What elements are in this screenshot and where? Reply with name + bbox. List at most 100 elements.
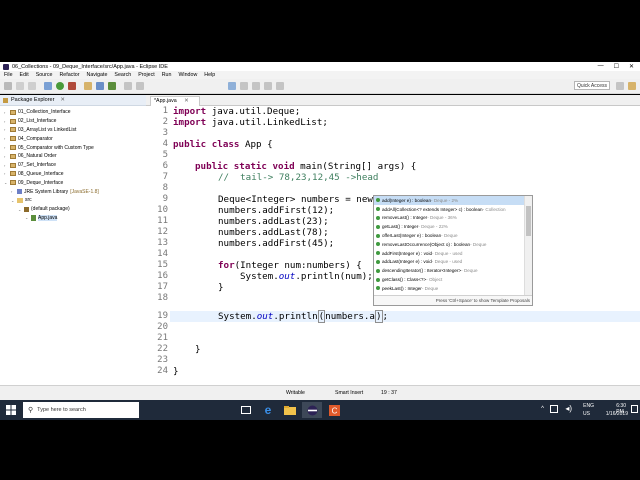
scrollbar-thumb[interactable]	[526, 206, 531, 236]
content-assist-item[interactable]: getClass() : Class<?> - Object	[374, 275, 526, 284]
edge-browser-icon[interactable]: e	[258, 402, 278, 418]
clock-date[interactable]: 1/16/2019	[606, 411, 628, 417]
content-assist-item[interactable]: offerLast(Integer e) : boolean - Deque	[374, 231, 526, 240]
tree-item[interactable]: ⌄ App.java	[0, 214, 146, 223]
quick-access-input[interactable]: Quick Access	[574, 81, 610, 90]
task-view-icon[interactable]	[236, 402, 256, 418]
close-view-icon[interactable]: ✕	[60, 97, 65, 103]
expand-arrow-icon[interactable]: ›	[4, 154, 9, 159]
content-assist-item[interactable]: removeLast() : Integer - Deque - 36%	[374, 214, 526, 223]
content-assist-item[interactable]: add(Integer e) : boolean - Deque - 2%	[374, 196, 526, 205]
toggle-mark-occurrences-icon[interactable]	[228, 82, 236, 90]
menu-search[interactable]: Search	[114, 72, 131, 78]
eclipse-taskbar-icon[interactable]	[302, 402, 322, 418]
save-all-icon[interactable]	[28, 82, 36, 90]
expand-arrow-icon[interactable]: ›	[4, 171, 9, 176]
expand-arrow-icon[interactable]: ⌄	[11, 198, 16, 203]
expand-arrow-icon[interactable]: ›	[4, 119, 9, 124]
tree-item[interactable]: ⌄ (default package)	[0, 205, 146, 214]
menu-source[interactable]: Source	[36, 72, 53, 78]
tree-item[interactable]: › 08_Queue_Interface	[0, 170, 146, 179]
public-method-icon	[376, 268, 380, 273]
menu-refactor[interactable]: Refactor	[59, 72, 79, 78]
new-icon[interactable]	[4, 82, 12, 90]
previous-annotation-icon[interactable]	[252, 82, 260, 90]
new-package-icon[interactable]	[96, 82, 104, 90]
taskbar-search-input[interactable]: ⚲ Type here to search	[23, 402, 139, 418]
expand-arrow-icon[interactable]: ⌄	[4, 180, 9, 185]
volume-icon[interactable]: ◂)	[565, 404, 572, 413]
app-c-icon[interactable]: C	[324, 402, 344, 418]
menu-run[interactable]: Run	[162, 72, 172, 78]
content-assist-item[interactable]: removeLastOccurrence(Object o) : boolean…	[374, 240, 526, 249]
menu-edit[interactable]: Edit	[20, 72, 29, 78]
tree-item[interactable]: › 04_Comparator	[0, 134, 146, 143]
tree-item[interactable]: › 01_Collection_Interface	[0, 108, 146, 117]
tree-item-label: 07_Set_Interface	[18, 162, 57, 169]
line-number: 6	[162, 161, 168, 171]
tree-item[interactable]: ⌄ 09_Deque_Interface	[0, 178, 146, 187]
close-button[interactable]: ✕	[629, 63, 634, 70]
menu-file[interactable]: File	[4, 72, 13, 78]
status-bar: Writable Smart Insert 19 : 37	[0, 385, 640, 400]
content-assist-item[interactable]: getLast() : Integer - Deque - 22%	[374, 222, 526, 231]
content-assist-scrollbar[interactable]	[524, 196, 532, 295]
expand-arrow-icon[interactable]: ›	[11, 189, 16, 194]
new-class-icon[interactable]	[108, 82, 116, 90]
notifications-icon[interactable]	[631, 405, 638, 413]
open-perspective-icon[interactable]	[616, 82, 624, 90]
java-perspective-icon[interactable]	[628, 82, 636, 90]
method-source: - Deque - 36%	[427, 215, 457, 221]
tray-chevron-icon[interactable]: ^	[541, 406, 544, 412]
content-assist-item[interactable]: peekLast() : Integer - Deque	[374, 284, 526, 293]
open-type-icon[interactable]	[124, 82, 132, 90]
search-icon[interactable]	[136, 82, 144, 90]
expand-arrow-icon[interactable]: ›	[4, 145, 9, 150]
region-indicator[interactable]: US	[583, 411, 590, 417]
method-source: - Deque - used	[431, 259, 463, 265]
content-assist-item[interactable]: addAll(Collection<? extends Integer> c) …	[374, 205, 526, 214]
debug-icon[interactable]	[44, 82, 52, 90]
maximize-button[interactable]: ☐	[614, 63, 619, 70]
code-line-11: numbers.addLast(23);	[218, 216, 329, 227]
content-assist-item[interactable]: addFirst(Integer e) : void - Deque - use…	[374, 249, 526, 258]
line-number: 7	[162, 172, 168, 182]
tree-item[interactable]: › 06_Natural Order	[0, 152, 146, 161]
content-assist-item[interactable]: descendingIterator() : Iterator<Integer>…	[374, 266, 526, 275]
expand-arrow-icon[interactable]: ⌄	[25, 215, 30, 220]
tree-item[interactable]: › JRE System Library [JavaSE-1.8]	[0, 187, 146, 196]
tree-item[interactable]: › 02_List_Interface	[0, 117, 146, 126]
tree-item[interactable]: › 07_Set_Interface	[0, 161, 146, 170]
battery-icon[interactable]	[550, 405, 558, 413]
menu-navigate[interactable]: Navigate	[87, 72, 108, 78]
tree-item[interactable]: ⌄ src	[0, 196, 146, 205]
file-explorer-icon[interactable]	[280, 402, 300, 418]
save-icon[interactable]	[16, 82, 24, 90]
run-icon[interactable]	[56, 82, 64, 90]
menu-help[interactable]: Help	[204, 72, 215, 78]
tab-app-java[interactable]: *App.java ✕	[150, 96, 200, 106]
windows-start-icon[interactable]	[6, 405, 16, 415]
project-icon	[10, 171, 16, 177]
minimize-button[interactable]: —	[598, 63, 604, 70]
new-java-project-icon[interactable]	[84, 82, 92, 90]
tree-item[interactable]: › 05_Comparator with Custom Type	[0, 143, 146, 152]
expand-arrow-icon[interactable]: ›	[4, 163, 9, 168]
expand-arrow-icon[interactable]: ›	[4, 127, 9, 132]
window-title: 06_Collections - 09_Deque_Interface/src/…	[12, 63, 168, 70]
menu-project[interactable]: Project	[138, 72, 155, 78]
tree-item[interactable]: › 03_ArrayList vs LinkedList	[0, 126, 146, 135]
language-indicator[interactable]: ENG	[583, 403, 594, 409]
expand-arrow-icon[interactable]: ›	[4, 110, 9, 115]
forward-icon[interactable]	[276, 82, 284, 90]
expand-arrow-icon[interactable]: ›	[4, 136, 9, 141]
back-icon[interactable]	[264, 82, 272, 90]
code-line-9: Deque<Integer> numbers = new	[218, 194, 373, 205]
expand-arrow-icon[interactable]: ⌄	[18, 207, 23, 212]
menu-window[interactable]: Window	[178, 72, 197, 78]
stop-icon[interactable]	[68, 82, 76, 90]
close-tab-icon[interactable]: ✕	[184, 98, 188, 104]
next-annotation-icon[interactable]	[240, 82, 248, 90]
content-assist-item[interactable]: addLast(Integer e) : void - Deque - used	[374, 258, 526, 267]
line-number-gutter: 1 2 3 4 5 6 7 8 9 10 11 12 13 14 15 16 17 18 19 20 21 22 23 24	[146, 106, 170, 385]
